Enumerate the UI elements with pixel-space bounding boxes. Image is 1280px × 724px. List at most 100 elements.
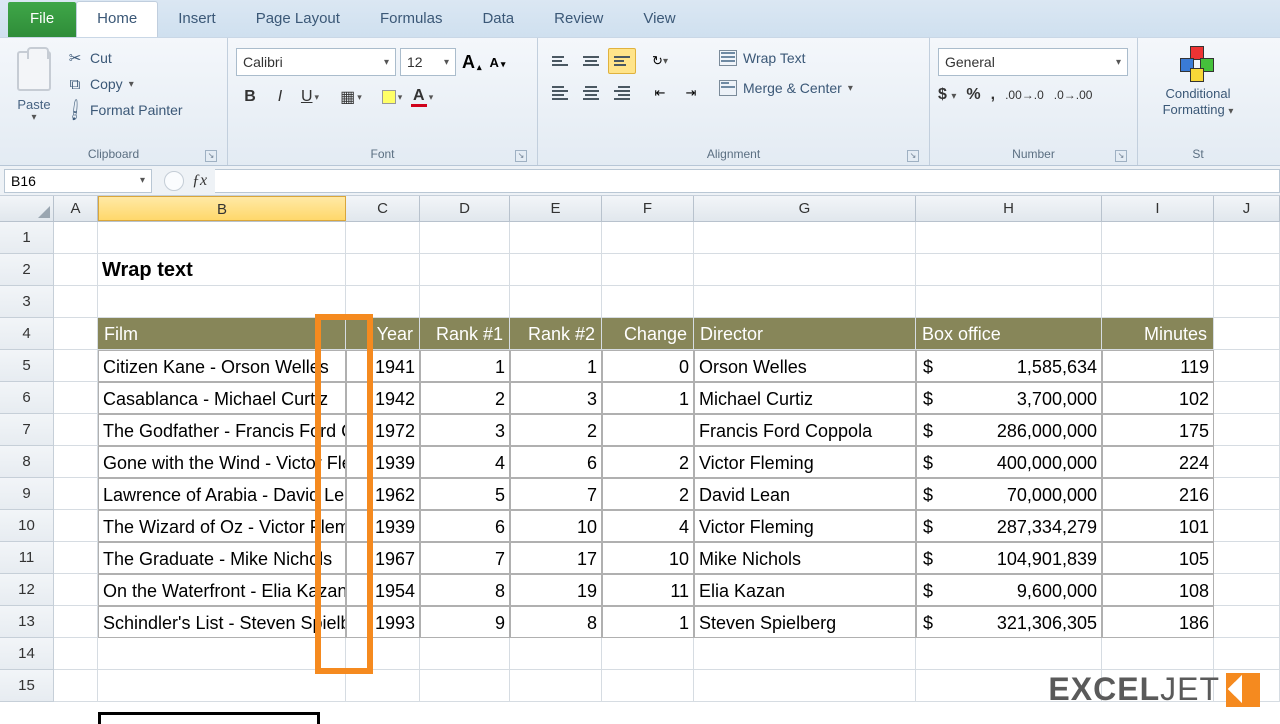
cell-film[interactable]: Citizen Kane - Orson Welles — [98, 350, 346, 382]
cell-film[interactable]: Schindler's List - Steven Spielberg — [98, 606, 346, 638]
cancel-icon[interactable] — [164, 171, 184, 191]
paste-button[interactable]: Paste ▾ — [8, 42, 60, 132]
cell-rank2[interactable]: 17 — [510, 542, 602, 574]
cell-rank1[interactable]: 8 — [420, 574, 510, 606]
underline-button[interactable]: U — [296, 84, 324, 110]
row-header[interactable]: 5 — [0, 350, 54, 382]
row-header[interactable]: 10 — [0, 510, 54, 542]
row-header[interactable]: 2 — [0, 254, 54, 286]
tab-formulas[interactable]: Formulas — [360, 2, 463, 37]
title-cell[interactable]: Wrap text — [98, 254, 346, 286]
decrease-indent-button[interactable]: ⇤ — [646, 80, 674, 106]
cut-button[interactable]: ✂ Cut — [60, 46, 189, 70]
cell-box[interactable]: 321,306,305 — [916, 606, 1102, 638]
cell-minutes[interactable]: 119 — [1102, 350, 1214, 382]
cell-rank1[interactable]: 5 — [420, 478, 510, 510]
tab-view[interactable]: View — [623, 2, 695, 37]
cell-box[interactable]: 287,334,279 — [916, 510, 1102, 542]
cell-box[interactable]: 1,585,634 — [916, 350, 1102, 382]
cell-minutes[interactable]: 216 — [1102, 478, 1214, 510]
italic-button[interactable]: I — [266, 84, 294, 110]
cell-rank1[interactable]: 1 — [420, 350, 510, 382]
wrap-text-button[interactable]: Wrap Text — [715, 48, 857, 68]
cell-box[interactable]: 3,700,000 — [916, 382, 1102, 414]
cell-minutes[interactable]: 102 — [1102, 382, 1214, 414]
bold-button[interactable]: B — [236, 84, 264, 110]
font-launcher[interactable]: ↘ — [515, 150, 527, 162]
number-launcher[interactable]: ↘ — [1115, 150, 1127, 162]
cell-film[interactable]: Lawrence of Arabia - David Lean — [98, 478, 346, 510]
cell-change[interactable]: 1 — [602, 382, 694, 414]
cell-rank2[interactable]: 3 — [510, 382, 602, 414]
tab-review[interactable]: Review — [534, 2, 623, 37]
align-top-button[interactable] — [546, 48, 574, 74]
cell-director[interactable]: Mike Nichols — [694, 542, 916, 574]
hdr-change[interactable]: Change — [602, 318, 694, 350]
cell-director[interactable]: Victor Fleming — [694, 510, 916, 542]
cell-year[interactable]: 1993 — [346, 606, 420, 638]
tab-page-layout[interactable]: Page Layout — [236, 2, 360, 37]
cell-film[interactable]: Casablanca - Michael Curtiz — [98, 382, 346, 414]
cell-director[interactable]: Michael Curtiz — [694, 382, 916, 414]
row-header[interactable]: 14 — [0, 638, 54, 670]
cell-year[interactable]: 1941 — [346, 350, 420, 382]
col-header-j[interactable]: J — [1214, 196, 1280, 221]
tab-home[interactable]: Home — [76, 1, 158, 37]
row-header[interactable]: 9 — [0, 478, 54, 510]
cell-year[interactable]: 1967 — [346, 542, 420, 574]
align-left-button[interactable] — [546, 80, 574, 106]
cell-minutes[interactable]: 186 — [1102, 606, 1214, 638]
cell-rank2[interactable]: 8 — [510, 606, 602, 638]
row-header[interactable]: 8 — [0, 446, 54, 478]
increase-decimal-button[interactable]: .00→.0 — [1005, 88, 1044, 102]
cell-film[interactable]: Gone with the Wind - Victor Fleming — [98, 446, 346, 478]
cell-rank2[interactable]: 2 — [510, 414, 602, 446]
cell-year[interactable]: 1954 — [346, 574, 420, 606]
format-painter-button[interactable]: 🖌 Format Painter — [60, 98, 189, 122]
font-name-combo[interactable]: Calibri▾ — [236, 48, 396, 76]
cell-box[interactable]: 400,000,000 — [916, 446, 1102, 478]
tab-file[interactable]: File — [8, 2, 76, 37]
cell-rank2[interactable]: 6 — [510, 446, 602, 478]
hdr-rank2[interactable]: Rank #2 — [510, 318, 602, 350]
cell-box[interactable]: 104,901,839 — [916, 542, 1102, 574]
accounting-button[interactable]: $ ▾ — [938, 86, 956, 104]
hdr-film[interactable]: Film — [98, 318, 346, 350]
cell-minutes[interactable]: 101 — [1102, 510, 1214, 542]
cell-rank1[interactable]: 4 — [420, 446, 510, 478]
row-header[interactable]: 4 — [0, 318, 54, 350]
cell-director[interactable]: Steven Spielberg — [694, 606, 916, 638]
cell-minutes[interactable]: 224 — [1102, 446, 1214, 478]
cell-change[interactable]: 2 — [602, 446, 694, 478]
cell-year[interactable]: 1972 — [346, 414, 420, 446]
cell-rank1[interactable]: 3 — [420, 414, 510, 446]
hdr-minutes[interactable]: Minutes — [1102, 318, 1214, 350]
cell-change[interactable]: 0 — [602, 350, 694, 382]
clipboard-launcher[interactable]: ↘ — [205, 150, 217, 162]
cell-minutes[interactable]: 175 — [1102, 414, 1214, 446]
percent-button[interactable]: % — [966, 86, 980, 104]
cell-change[interactable]: 4 — [602, 510, 694, 542]
cell-rank1[interactable]: 9 — [420, 606, 510, 638]
cell-year[interactable]: 1939 — [346, 510, 420, 542]
shrink-font-button[interactable]: A▾ — [488, 55, 508, 70]
row-header[interactable]: 12 — [0, 574, 54, 606]
cell-box[interactable]: 70,000,000 — [916, 478, 1102, 510]
hdr-box[interactable]: Box office — [916, 318, 1102, 350]
cell-rank2[interactable]: 7 — [510, 478, 602, 510]
select-all-corner[interactable] — [0, 196, 54, 221]
cell-director[interactable]: Elia Kazan — [694, 574, 916, 606]
col-header-h[interactable]: H — [916, 196, 1102, 221]
col-header-i[interactable]: I — [1102, 196, 1214, 221]
cell-rank2[interactable]: 10 — [510, 510, 602, 542]
row-header[interactable]: 11 — [0, 542, 54, 574]
row-header[interactable]: 1 — [0, 222, 54, 254]
alignment-launcher[interactable]: ↘ — [907, 150, 919, 162]
number-format-combo[interactable]: General▾ — [938, 48, 1128, 76]
row-header[interactable]: 3 — [0, 286, 54, 318]
col-header-f[interactable]: F — [602, 196, 694, 221]
fx-icon[interactable]: ƒx — [192, 172, 207, 190]
cell-director[interactable]: David Lean — [694, 478, 916, 510]
cell-director[interactable]: Victor Fleming — [694, 446, 916, 478]
hdr-director[interactable]: Director — [694, 318, 916, 350]
